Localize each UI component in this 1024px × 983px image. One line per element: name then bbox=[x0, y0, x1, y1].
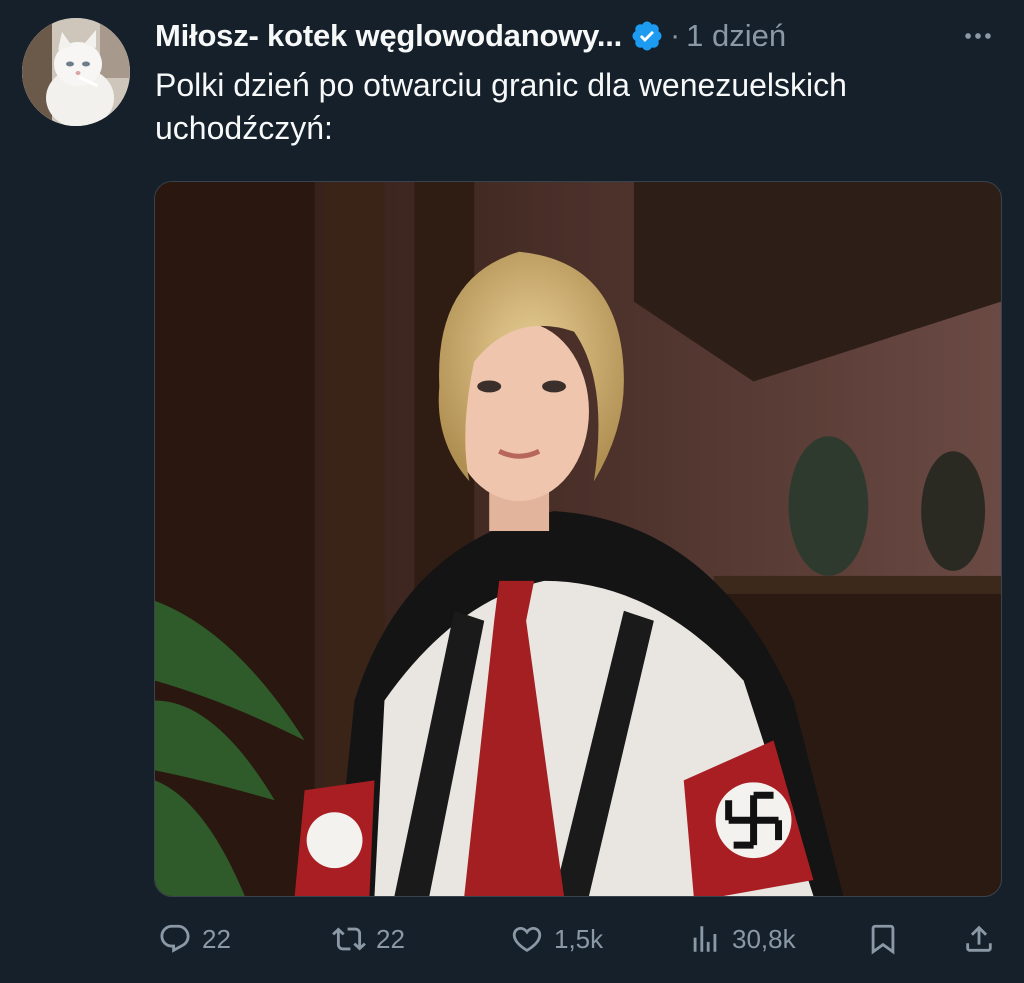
repost-icon bbox=[332, 927, 366, 951]
bookmark-icon bbox=[871, 924, 895, 955]
author-name[interactable]: Miłosz- kotek węglowodanowy... bbox=[155, 18, 622, 54]
verified-badge-icon bbox=[632, 21, 662, 51]
share-icon bbox=[966, 925, 992, 952]
views-chart-icon bbox=[693, 926, 717, 952]
photo-woman-in-uniform bbox=[155, 182, 1001, 896]
header-separator: · bbox=[670, 19, 681, 52]
heart-icon bbox=[512, 926, 542, 952]
share-button[interactable] bbox=[962, 915, 996, 963]
views-button[interactable]: 30,8k bbox=[688, 915, 796, 963]
post-actions-bar: 22 22 1,5k 30,8k bbox=[154, 915, 1004, 963]
view-count: 30,8k bbox=[732, 923, 796, 954]
repost-button[interactable]: 22 bbox=[332, 915, 405, 963]
reply-icon bbox=[160, 924, 190, 953]
author-avatar[interactable] bbox=[22, 18, 130, 126]
bookmark-button[interactable] bbox=[866, 915, 900, 963]
post-header: Miłosz- kotek węglowodanowy... · 1 dzień bbox=[155, 14, 1004, 58]
like-button[interactable]: 1,5k bbox=[510, 915, 603, 963]
repost-count: 22 bbox=[376, 923, 405, 954]
post-text: Polki dzień po otwarciu granic dla wenez… bbox=[155, 67, 847, 146]
more-horizontal-icon[interactable] bbox=[956, 14, 1000, 58]
post-timestamp[interactable]: 1 dzień bbox=[686, 18, 786, 54]
post-media-image[interactable] bbox=[154, 181, 1002, 897]
reply-count: 22 bbox=[202, 923, 231, 954]
avatar-cat-image bbox=[22, 18, 130, 126]
like-count: 1,5k bbox=[554, 923, 604, 954]
reply-button[interactable]: 22 bbox=[158, 915, 231, 963]
